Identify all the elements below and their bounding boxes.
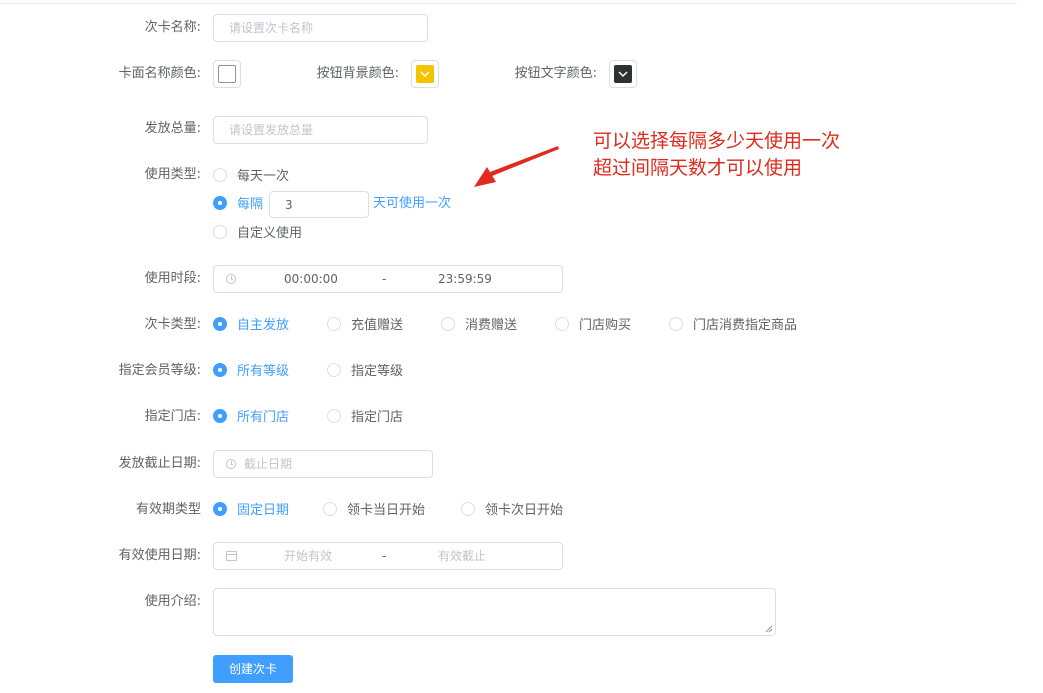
validity-type-option-fixed-label: 固定日期 xyxy=(237,503,290,518)
btn-bg-color-swatch xyxy=(416,65,434,83)
chevron-down-icon xyxy=(618,71,628,78)
time-range-picker[interactable]: 00:00:00 - 23:59:59 xyxy=(213,265,563,293)
btn-text-color-picker[interactable] xyxy=(609,60,637,88)
interval-days-input[interactable]: 3 xyxy=(269,191,369,218)
validity-type-option-same-day[interactable]: 领卡当日开始 xyxy=(323,502,425,519)
radio-checked-icon xyxy=(213,409,227,423)
total-label: 发放总量: xyxy=(144,121,201,136)
radio-circle-icon xyxy=(323,502,337,516)
total-input[interactable]: 请设置发放总量 xyxy=(213,116,428,144)
usage-type-option-custom-label: 自定义使用 xyxy=(237,226,303,241)
radio-circle-icon xyxy=(461,502,475,516)
store-option-all-label: 所有门店 xyxy=(237,410,290,425)
usage-type-option-interval[interactable]: 每隔 xyxy=(213,196,263,213)
card-type-option-store-product[interactable]: 门店消费指定商品 xyxy=(669,317,797,334)
card-type-option-self-label: 自主发放 xyxy=(237,318,290,333)
deadline-date-picker[interactable]: 截止日期 xyxy=(213,450,433,478)
usage-type-option-interval-label: 每隔 xyxy=(237,197,264,212)
member-level-option-specific[interactable]: 指定等级 xyxy=(327,363,403,380)
time-range-separator: - xyxy=(382,272,387,286)
description-label: 使用介绍: xyxy=(144,594,201,609)
top-divider xyxy=(0,0,1017,4)
radio-circle-icon xyxy=(213,168,227,182)
validity-type-option-next-day[interactable]: 领卡次日开始 xyxy=(461,502,563,519)
store-option-all[interactable]: 所有门店 xyxy=(213,409,289,426)
annotation-line-1: 可以选择每隔多少天使用一次 xyxy=(593,130,841,152)
name-color-swatch xyxy=(218,65,236,83)
member-level-option-all[interactable]: 所有等级 xyxy=(213,363,289,380)
card-type-option-recharge-label: 充值赠送 xyxy=(351,318,404,333)
store-option-specific-label: 指定门店 xyxy=(351,410,404,425)
card-name-label: 次卡名称: xyxy=(144,20,201,35)
clock-icon xyxy=(226,459,236,469)
time-range-label: 使用时段: xyxy=(144,271,201,286)
description-textarea[interactable] xyxy=(213,588,776,636)
chevron-down-icon xyxy=(420,71,430,78)
usage-type-option-daily-label: 每天一次 xyxy=(237,169,290,184)
time-range-end: 23:59:59 xyxy=(438,272,492,286)
calendar-icon xyxy=(226,551,237,561)
btn-text-color-label: 按钮文字颜色: xyxy=(514,66,597,81)
usage-type-option-custom[interactable]: 自定义使用 xyxy=(213,225,302,242)
card-type-option-store-product-label: 门店消费指定商品 xyxy=(693,318,798,333)
usage-type-label: 使用类型: xyxy=(144,167,201,182)
card-type-option-self[interactable]: 自主发放 xyxy=(213,317,289,334)
validity-date-separator: - xyxy=(382,549,387,563)
deadline-label: 发放截止日期: xyxy=(118,456,201,471)
radio-circle-icon xyxy=(441,317,455,331)
interval-suffix: 天可使用一次 xyxy=(373,196,452,211)
radio-circle-icon xyxy=(327,409,341,423)
radio-circle-icon xyxy=(669,317,683,331)
radio-checked-icon xyxy=(213,317,227,331)
store-label: 指定门店: xyxy=(144,409,201,424)
name-color-label: 卡面名称颜色: xyxy=(118,66,201,81)
validity-type-option-fixed[interactable]: 固定日期 xyxy=(213,502,289,519)
annotation-arrow-icon xyxy=(474,146,559,187)
card-name-input[interactable]: 请设置次卡名称 xyxy=(213,14,428,42)
clock-icon xyxy=(226,274,236,284)
store-option-specific[interactable]: 指定门店 xyxy=(327,409,403,426)
total-placeholder: 请设置发放总量 xyxy=(229,123,314,137)
radio-checked-icon xyxy=(213,363,227,377)
card-type-option-recharge[interactable]: 充值赠送 xyxy=(327,317,403,334)
member-level-label: 指定会员等级: xyxy=(118,363,201,378)
create-card-button[interactable]: 创建次卡 xyxy=(213,655,293,683)
time-range-start: 00:00:00 xyxy=(284,272,338,286)
usage-type-option-daily[interactable]: 每天一次 xyxy=(213,168,289,185)
radio-checked-icon xyxy=(213,502,227,516)
validity-type-label: 有效期类型 xyxy=(135,502,201,517)
card-type-option-store-buy-label: 门店购买 xyxy=(579,318,632,333)
card-type-option-store-buy[interactable]: 门店购买 xyxy=(555,317,631,334)
btn-bg-color-label: 按钮背景颜色: xyxy=(316,66,399,81)
radio-checked-icon xyxy=(213,196,227,210)
validity-type-option-same-day-label: 领卡当日开始 xyxy=(347,503,426,518)
card-type-label: 次卡类型: xyxy=(144,317,201,332)
validity-type-option-next-day-label: 领卡次日开始 xyxy=(485,503,564,518)
name-color-picker[interactable] xyxy=(213,60,241,88)
validity-date-range-picker[interactable]: 开始有效 - 有效截止 xyxy=(213,542,563,570)
validity-date-label: 有效使用日期: xyxy=(118,548,201,563)
radio-circle-icon xyxy=(555,317,569,331)
validity-date-end-placeholder: 有效截止 xyxy=(438,549,487,563)
interval-days-value: 3 xyxy=(285,198,293,212)
annotation-text: 可以选择每隔多少天使用一次 超过间隔天数才可以使用 xyxy=(593,128,840,182)
radio-circle-icon xyxy=(327,317,341,331)
validity-date-start-placeholder: 开始有效 xyxy=(284,549,333,563)
member-level-option-specific-label: 指定等级 xyxy=(351,364,404,379)
card-name-placeholder: 请设置次卡名称 xyxy=(229,21,314,35)
deadline-placeholder: 截止日期 xyxy=(244,457,293,471)
member-level-option-all-label: 所有等级 xyxy=(237,364,290,379)
btn-text-color-swatch xyxy=(614,65,632,83)
radio-circle-icon xyxy=(327,363,341,377)
btn-bg-color-picker[interactable] xyxy=(411,60,439,88)
card-type-option-consume-label: 消费赠送 xyxy=(465,318,518,333)
annotation-line-2: 超过间隔天数才可以使用 xyxy=(593,157,803,179)
resize-handle-icon[interactable] xyxy=(765,625,773,633)
card-type-option-consume[interactable]: 消费赠送 xyxy=(441,317,517,334)
radio-circle-icon xyxy=(213,225,227,239)
